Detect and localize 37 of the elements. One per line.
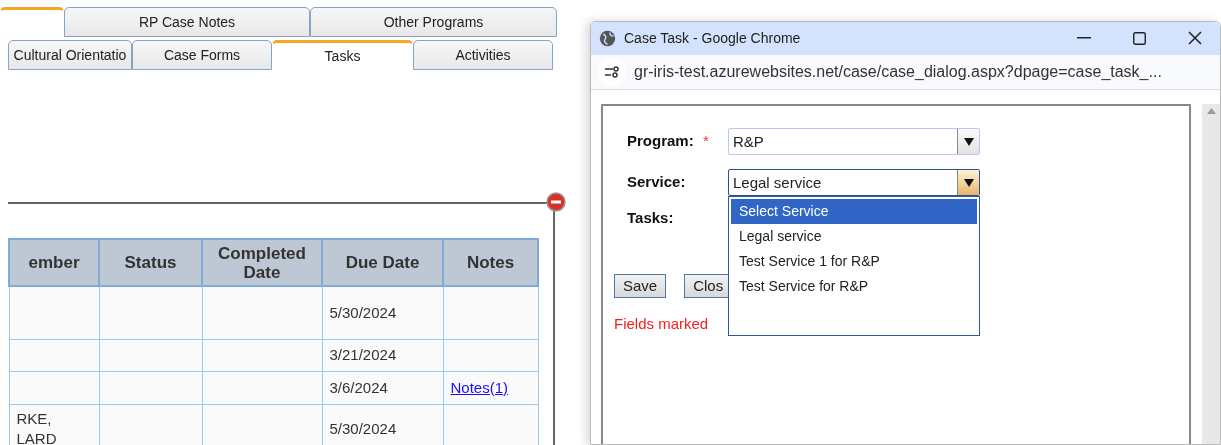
field-label: Program:: [627, 131, 695, 152]
table-cell: 3/21/2024: [329, 346, 397, 363]
minimize-icon[interactable]: [1077, 37, 1091, 40]
tab[interactable]: Activities: [413, 40, 553, 70]
dropdown-option[interactable]: Legal service: [731, 224, 977, 249]
required-mark: *: [703, 131, 710, 152]
tab[interactable]: RP Case Notes: [64, 7, 310, 37]
window-title: Case Task - Google Chrome: [624, 28, 801, 48]
select-value: Legal service: [732, 173, 823, 193]
table-cell: 5/30/2024: [329, 420, 397, 437]
dropdown-option[interactable]: Select Service: [731, 199, 977, 224]
close-icon[interactable]: [1188, 31, 1202, 46]
remove-icon[interactable]: [546, 192, 566, 212]
column-header: ember: [9, 239, 99, 286]
scrollbar[interactable]: [1202, 104, 1220, 444]
select-field[interactable]: R&P: [728, 128, 980, 155]
select-value: R&P: [732, 132, 765, 152]
table-cell: 5/30/2024: [329, 303, 397, 321]
maximize-icon[interactable]: [1133, 31, 1146, 45]
select-field[interactable]: Legal service: [728, 169, 980, 196]
site-settings-icon[interactable]: [598, 57, 626, 86]
field-label: Service:: [627, 172, 687, 193]
field-label: Tasks:: [627, 209, 674, 226]
dropdown-option[interactable]: Test Service 1 for R&P: [731, 249, 977, 274]
column-header: Due Date: [322, 239, 443, 286]
tab[interactable]: Case Forms: [132, 40, 272, 70]
dropdown-option[interactable]: Test Service for R&P: [731, 274, 977, 299]
column-header: Notes: [443, 239, 538, 286]
column-header: Completed Date: [202, 239, 322, 286]
column-header: Status: [99, 239, 202, 286]
tab[interactable]: Cultural Orientatio: [8, 40, 132, 70]
form-button[interactable]: Save: [614, 274, 667, 298]
tab[interactable]: Other Programs: [310, 7, 557, 37]
table-cell: 3/6/2024: [329, 378, 388, 396]
globe-icon: [599, 29, 616, 47]
table-cell: RKE, LARD: [16, 410, 57, 445]
validation-message: Fields marked: [614, 315, 709, 332]
